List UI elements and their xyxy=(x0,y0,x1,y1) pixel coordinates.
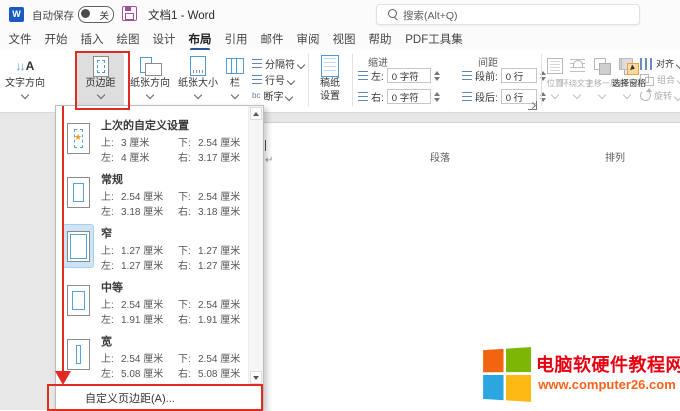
tab-file[interactable]: 文件 xyxy=(8,31,32,47)
dropdown-scrollbar[interactable] xyxy=(248,106,263,385)
autosave-state: 关 xyxy=(99,8,109,22)
watermark-site-name: 电脑软硬件教程网 xyxy=(536,351,678,377)
margin-item-normal[interactable]: 常规 上:2.54 厘米下:2.54 厘米 左:3.18 厘米右:3.18 厘米 xyxy=(56,166,249,220)
arrange-right xyxy=(545,50,680,112)
scroll-up-button[interactable] xyxy=(250,107,262,120)
tab-home[interactable]: 开始 xyxy=(44,31,68,47)
tab-layout[interactable]: 布局 xyxy=(188,31,212,47)
tab-help[interactable]: 帮助 xyxy=(368,31,392,47)
search-icon xyxy=(388,9,397,18)
margin-preset-icon xyxy=(63,279,93,321)
paragraph-group-label: 段落 xyxy=(420,149,460,164)
document-title: 文档1 - Word xyxy=(148,7,215,23)
scroll-down-button[interactable] xyxy=(250,371,262,384)
margin-item-moderate[interactable]: 中等 上:2.54 厘米下:2.54 厘米 左:1.91 厘米右:1.91 厘米 xyxy=(56,274,249,328)
star-icon: ★ xyxy=(68,132,89,143)
margin-preset-icon: ★ xyxy=(63,117,93,159)
margin-item-narrow[interactable]: 窄 上:1.27 厘米下:1.27 厘米 左:1.27 厘米右:1.27 厘米 xyxy=(56,220,249,274)
toggle-knob-icon xyxy=(81,9,90,18)
paragraph-mark: ↵ xyxy=(265,155,273,166)
watermark: 电脑软硬件教程网 www.computer26.com xyxy=(472,345,678,407)
margin-preset-icon xyxy=(63,171,93,213)
tab-insert[interactable]: 插入 xyxy=(80,31,104,47)
margin-item-last-custom[interactable]: ★ 上次的自定义设置 上:3 厘米下:2.54 厘米 左:4 厘米右:3.17 … xyxy=(56,112,249,166)
title-bar: W 自动保存 关 文档1 - Word 搜索(Alt+Q) xyxy=(0,0,680,28)
scroll-up-icon xyxy=(253,112,259,116)
watermark-site-url: www.computer26.com xyxy=(536,377,678,392)
search-placeholder: 搜索(Alt+Q) xyxy=(403,8,458,23)
arrange-group-label: 排列 xyxy=(585,149,645,164)
scroll-down-icon xyxy=(253,376,259,380)
tab-references[interactable]: 引用 xyxy=(224,31,248,47)
search-box[interactable]: 搜索(Alt+Q) xyxy=(376,4,640,25)
margin-preset-icon-selected xyxy=(63,225,93,267)
margins-dropdown: ★ 上次的自定义设置 上:3 厘米下:2.54 厘米 左:4 厘米右:3.17 … xyxy=(55,105,264,411)
ribbon-tab-row: 文件 开始 插入 绘图 设计 布局 引用 邮件 审阅 视图 帮助 PDF工具集 xyxy=(0,28,680,50)
tab-design[interactable]: 设计 xyxy=(152,31,176,47)
tab-draw[interactable]: 绘图 xyxy=(116,31,140,47)
autosave-label: 自动保存 xyxy=(32,8,74,23)
word-app-icon[interactable]: W xyxy=(9,7,24,22)
margins-list: ★ 上次的自定义设置 上:3 厘米下:2.54 厘米 左:4 厘米右:3.17 … xyxy=(56,106,249,385)
tab-view[interactable]: 视图 xyxy=(332,31,356,47)
tab-mailings[interactable]: 邮件 xyxy=(260,31,284,47)
margin-item-custom[interactable]: 自定义页边距(A)... xyxy=(57,387,262,409)
tab-pdf-tools[interactable]: PDF工具集 xyxy=(404,31,464,47)
text-caret xyxy=(265,140,266,151)
windows-logo-icon xyxy=(483,347,532,403)
save-icon[interactable] xyxy=(122,6,137,21)
tab-review[interactable]: 审阅 xyxy=(296,31,320,47)
menu-separator xyxy=(57,385,262,386)
margin-item-wide[interactable]: 宽 上:2.54 厘米下:2.54 厘米 左:5.08 厘米右:5.08 厘米 xyxy=(56,328,249,382)
autosave-toggle[interactable]: 关 xyxy=(78,6,114,23)
margin-preset-icon xyxy=(63,333,93,375)
